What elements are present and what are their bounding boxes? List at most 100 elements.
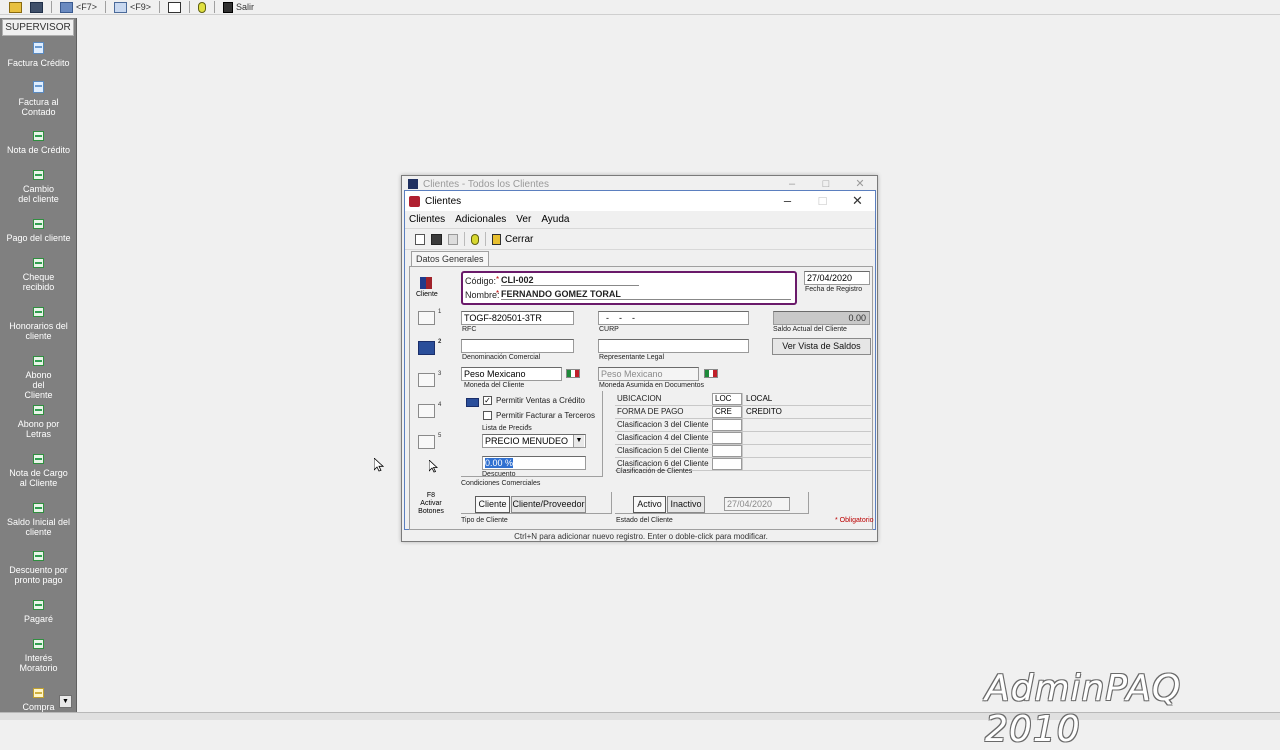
sidebar-item-descuento-pronto-pago[interactable]: Descuento por pronto pago	[0, 551, 76, 585]
descuento-field[interactable]: 0.00 %	[482, 456, 586, 470]
open-button[interactable]	[6, 0, 25, 14]
menu-ver[interactable]: Ver	[516, 214, 531, 225]
tipo-cliente-button[interactable]: Cliente	[475, 496, 510, 513]
sidebar-item-factura-credito[interactable]: Factura Crédito	[0, 42, 76, 68]
print-icon	[417, 311, 435, 325]
dialog-titlebar: Clientes – □ ✕	[405, 191, 875, 211]
fecha-registro-label: Fecha de Registro	[805, 286, 863, 293]
tipo-proveedor-button[interactable]: Cliente/Proveedor	[511, 496, 586, 513]
left-tool-2[interactable]	[416, 341, 436, 355]
sidebar-item-interes-moratorio[interactable]: Interés Moratorio	[0, 639, 76, 673]
help-icon	[198, 1, 207, 13]
toolbar-separator	[189, 1, 191, 13]
menu-adicionales[interactable]: Adicionales	[455, 214, 506, 225]
clasificacion-grid: UBICACION LOC LOCAL FORMA DE PAGO CRE CREDITO…	[615, 393, 871, 471]
toolbar-separator	[51, 1, 52, 13]
obligatorio-label: * Obligatorio	[835, 517, 874, 524]
clasificacion-code-field[interactable]	[712, 419, 742, 431]
moneda-documentos-field[interactable]: Peso Mexicano	[598, 367, 699, 381]
clientes-dialog: Clientes – □ ✕ Clientes Adicionales Ver …	[404, 190, 876, 541]
close-button[interactable]: ✕	[840, 191, 875, 211]
curp-field[interactable]: - - -	[598, 311, 749, 325]
clasificacion-description: LOCAL	[742, 393, 871, 405]
left-tool-1[interactable]	[416, 311, 436, 325]
tools-button[interactable]: <F7>	[57, 0, 100, 14]
sidebar-item-cambio-cliente[interactable]: Cambio del cliente	[0, 170, 76, 204]
left-tool-4[interactable]	[416, 404, 436, 418]
code-name-box: Código: * CLI-002 Nombre: * FERNANDO GOM…	[461, 271, 797, 305]
sidebar-item-label: Nota de Crédito	[6, 145, 71, 155]
tools-shortcut: <F7>	[76, 2, 98, 12]
sidebar-item-abono-cliente[interactable]: Abono del Cliente	[0, 356, 76, 400]
search-button[interactable]: <F9>	[111, 0, 154, 14]
note-icon	[33, 639, 44, 649]
moneda-cliente-field[interactable]: Peso Mexicano	[461, 367, 562, 381]
permitir-credito-checkbox[interactable]: ✓	[483, 396, 492, 405]
left-tool-3[interactable]	[416, 373, 436, 387]
clasificacion-code-field[interactable]	[712, 432, 742, 444]
minimize-button[interactable]: –	[770, 191, 805, 211]
supervisor-sidebar: SUPERVISOR Factura Crédito Factura al Co…	[0, 18, 77, 712]
sidebar-item-factura-contado[interactable]: Factura al Contado	[0, 81, 76, 117]
left-tool-5[interactable]	[416, 435, 436, 449]
codigo-field[interactable]: CLI-002	[501, 275, 639, 286]
dialog-toolbar: Cerrar	[405, 228, 875, 250]
help-button[interactable]	[195, 0, 209, 14]
inactivo-button[interactable]: Inactivo	[667, 496, 705, 513]
menu-ayuda[interactable]: Ayuda	[541, 214, 569, 225]
estado-fecha-field[interactable]: 27/04/2020	[724, 497, 790, 511]
sidebar-item-abono-letras[interactable]: Abono por Letras	[0, 405, 76, 439]
sidebar-item-label: Interés Moratorio	[19, 653, 58, 673]
sidebar-scroll-down-button[interactable]: ▼	[59, 695, 72, 708]
f8-activate-buttons[interactable]: F8 Activar Botones	[414, 492, 448, 516]
activo-button[interactable]: Activo	[633, 496, 666, 513]
note-icon	[33, 131, 44, 141]
clasificacion-code-field[interactable]: LOC	[712, 393, 742, 405]
tab-datos-generales[interactable]: Datos Generales	[411, 251, 489, 266]
save-icon[interactable]	[431, 233, 442, 245]
toolbar-separator	[485, 232, 486, 246]
clasificacion-code-field[interactable]	[712, 458, 742, 470]
close-record-button[interactable]: Cerrar	[492, 233, 533, 245]
sidebar-item-label: Cheque recibido	[22, 272, 55, 292]
sidebar-item-saldo-inicial[interactable]: Saldo Inicial del cliente	[0, 503, 76, 537]
new-record-icon[interactable]	[415, 233, 425, 245]
sidebar-item-pago-cliente[interactable]: Pago del cliente	[0, 219, 76, 243]
mouse-pointer-icon	[428, 459, 439, 473]
clasificacion-description	[742, 419, 871, 431]
rfc-field[interactable]: TOGF-820501-3TR	[461, 311, 574, 325]
document-icon	[33, 42, 44, 54]
lista-precios-select[interactable]: PRECIO MENUDEO ▼	[482, 434, 586, 448]
calendar-button[interactable]	[165, 0, 184, 14]
ver-vista-saldos-button[interactable]: Ver Vista de Saldos	[772, 338, 871, 355]
sidebar-item-cheque-recibido[interactable]: Cheque recibido	[0, 258, 76, 292]
representante-field[interactable]	[598, 339, 749, 353]
nombre-field[interactable]: FERNANDO GOMEZ TORAL	[501, 289, 791, 300]
card-icon	[466, 398, 479, 407]
clasificacion-code-field[interactable]: CRE	[712, 406, 742, 418]
help-icon[interactable]	[471, 233, 479, 245]
fecha-registro-field[interactable]: 27/04/2020	[804, 271, 870, 285]
exit-icon	[223, 1, 234, 13]
sidebar-item-nota-credito[interactable]: Nota de Crédito	[0, 131, 76, 155]
cliente-view-button[interactable]: Cliente	[416, 277, 438, 298]
maximize-button[interactable]: □	[805, 191, 840, 211]
pen-icon	[417, 435, 435, 449]
sidebar-item-pagare[interactable]: Pagaré	[0, 600, 76, 624]
delete-icon[interactable]	[448, 233, 458, 245]
note-icon	[33, 219, 44, 229]
menu-clientes[interactable]: Clientes	[409, 214, 445, 225]
sidebar-title: SUPERVISOR	[2, 19, 74, 36]
permitir-terceros-checkbox[interactable]	[483, 411, 492, 420]
save-button[interactable]	[27, 0, 46, 14]
folder-open-icon	[9, 1, 22, 13]
clasificacion-code-field[interactable]	[712, 445, 742, 457]
shortcut-number: 2	[438, 339, 442, 345]
denominacion-field[interactable]	[461, 339, 574, 353]
sidebar-item-nota-cargo[interactable]: Nota de Cargo al Cliente	[0, 454, 76, 488]
clientes-app-icon	[409, 195, 420, 207]
representante-label: Representante Legal	[599, 354, 664, 361]
sidebar-item-honorarios[interactable]: Honorarios del cliente	[0, 307, 76, 341]
exit-button[interactable]: Salir	[220, 0, 257, 14]
tools-icon	[60, 1, 73, 13]
